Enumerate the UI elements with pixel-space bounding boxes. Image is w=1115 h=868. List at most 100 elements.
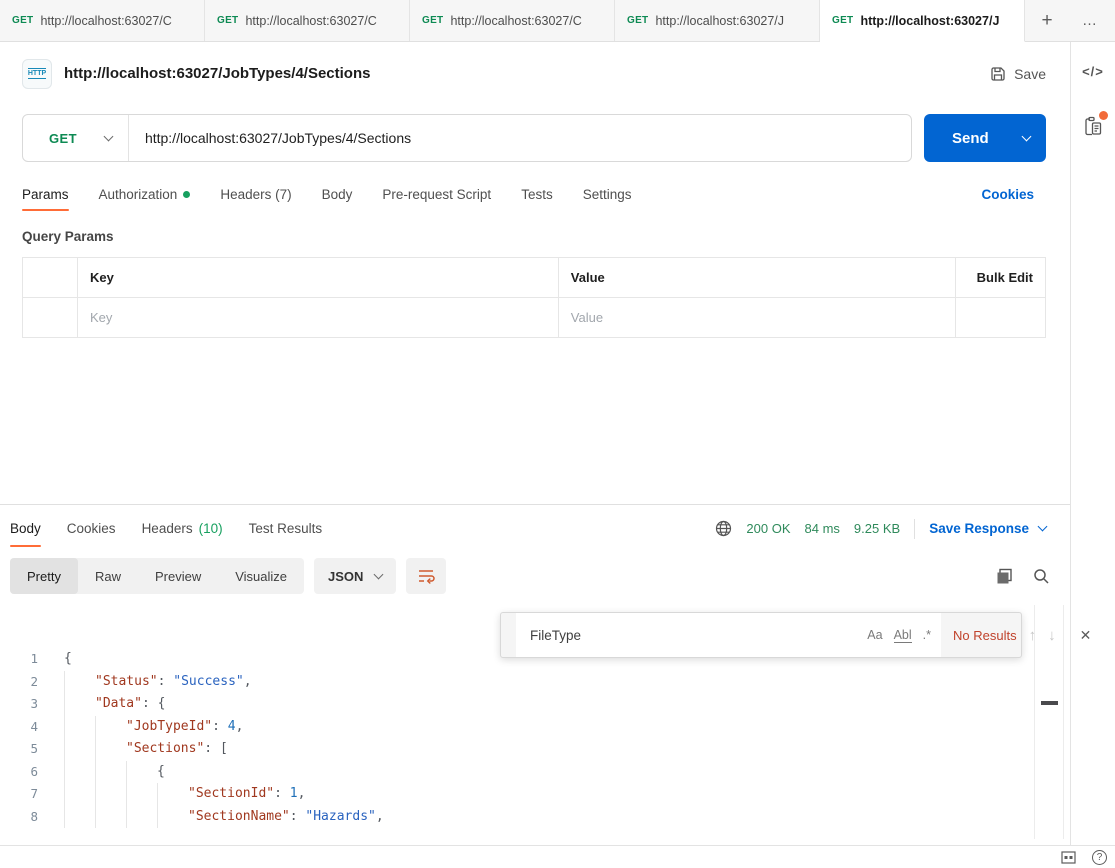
line-text: "Status": "Success",: [95, 671, 252, 694]
open-request-tabs: GEThttp://localhost:63027/CGEThttp://loc…: [0, 0, 1025, 41]
tab-label: Cookies: [67, 521, 116, 536]
line-text: "Sections": [: [126, 738, 228, 761]
view-raw-button[interactable]: Raw: [78, 558, 138, 594]
view-pretty-button[interactable]: Pretty: [10, 558, 78, 594]
find-result-count: No Results: [953, 628, 1017, 643]
request-tab[interactable]: GEThttp://localhost:63027/J: [820, 0, 1025, 42]
request-config-tabs: Params Authorization Headers (7) Body Pre-re…: [0, 171, 1070, 217]
response-time: 84 ms: [805, 521, 840, 536]
response-tab-headers[interactable]: Headers(10): [142, 505, 223, 552]
find-panel: FileType Aa Abl .* No Results ↑ ↓ ✕: [500, 612, 1022, 658]
whole-word-button[interactable]: Abl: [894, 628, 912, 643]
indent-guide: [126, 783, 157, 806]
json-token: "Status": [95, 674, 158, 689]
tab-url-label: http://localhost:63027/J: [655, 14, 784, 28]
format-dropdown[interactable]: JSON: [314, 558, 396, 594]
save-response-button[interactable]: Save Response: [929, 521, 1046, 536]
send-label: Send: [924, 130, 989, 147]
find-previous-button[interactable]: ↑: [1029, 627, 1037, 644]
search-icon[interactable]: [1033, 568, 1050, 585]
request-tab[interactable]: GEThttp://localhost:63027/J: [615, 0, 820, 41]
http-request-icon: HTTP: [22, 59, 52, 89]
table-row: Key Value: [23, 298, 1046, 338]
indent-guide: [95, 783, 126, 806]
view-visualize-button[interactable]: Visualize: [218, 558, 304, 594]
find-next-button[interactable]: ↓: [1048, 627, 1056, 644]
view-preview-button[interactable]: Preview: [138, 558, 218, 594]
json-token: "Sections": [126, 741, 204, 756]
line-text: "Data": {: [95, 693, 165, 716]
line-text: "SectionName": "Hazards",: [188, 806, 384, 829]
json-token: :: [212, 719, 228, 734]
save-button[interactable]: Save: [990, 66, 1046, 82]
tab-count: (10): [199, 521, 223, 536]
send-button[interactable]: Send: [924, 114, 1046, 162]
line-content: "Status": "Success",: [64, 671, 252, 694]
tab-label: Body: [10, 521, 41, 536]
code-line: 6{: [0, 761, 1070, 784]
toggle-panes-icon[interactable]: [1061, 851, 1076, 864]
network-globe-icon[interactable]: [715, 520, 732, 537]
chevron-down-icon: [374, 569, 384, 579]
indent-guide: [95, 738, 126, 761]
cookies-link[interactable]: Cookies: [981, 187, 1034, 202]
tab-label: Test Results: [249, 521, 323, 536]
tab-body[interactable]: Body: [322, 171, 353, 217]
find-input[interactable]: FileType Aa Abl .*: [516, 613, 941, 657]
send-options-chevron-icon[interactable]: [1022, 131, 1032, 141]
tab-url-label: http://localhost:63027/C: [450, 14, 581, 28]
tab-pre-request-script[interactable]: Pre-request Script: [382, 171, 491, 217]
tab-options-icon[interactable]: …: [1069, 0, 1111, 41]
json-token: ,: [244, 674, 252, 689]
key-input[interactable]: Key: [78, 298, 559, 338]
response-size: 9.25 KB: [854, 521, 900, 536]
request-tab[interactable]: GET http://localhost:63027/C: [410, 0, 615, 41]
method-selector[interactable]: GET: [23, 131, 128, 146]
auth-configured-dot: [183, 191, 190, 198]
json-token: {: [157, 764, 165, 779]
json-token: "SectionName": [188, 809, 290, 824]
tab-headers-[interactable]: Headers (7): [220, 171, 291, 217]
key-column-header: Key: [78, 258, 559, 298]
close-icon[interactable]: ✕: [1080, 627, 1092, 644]
scrollbar-thumb[interactable]: [1041, 701, 1058, 705]
indent-guide: [64, 806, 95, 829]
wrap-lines-button[interactable]: [406, 558, 446, 594]
response-tab-test-results[interactable]: Test Results: [249, 505, 323, 552]
documentation-icon[interactable]: [1083, 115, 1103, 137]
json-token: ,: [298, 786, 306, 801]
response-tab-body[interactable]: Body: [10, 505, 41, 552]
tab-url-label: http://localhost:63027/C: [245, 14, 376, 28]
code-line: 3"Data": {: [0, 693, 1070, 716]
url-input[interactable]: [129, 130, 911, 146]
tab-authorization[interactable]: Authorization: [99, 171, 191, 217]
request-tab[interactable]: GEThttp://localhost:63027/C: [0, 0, 205, 41]
match-case-button[interactable]: Aa: [867, 628, 882, 642]
line-text: {: [157, 761, 165, 784]
tab-label: Settings: [583, 187, 632, 202]
help-icon[interactable]: ?: [1092, 850, 1107, 865]
bulk-edit-button[interactable]: Bulk Edit: [956, 258, 1046, 298]
regex-button[interactable]: .*: [923, 628, 931, 642]
value-input[interactable]: Value: [558, 298, 955, 338]
json-token: :: [274, 786, 290, 801]
copy-icon[interactable]: [996, 568, 1013, 585]
select-all-cell[interactable]: [23, 258, 78, 298]
response-meta: 200 OK 84 ms 9.25 KB Save Response: [715, 519, 1046, 539]
line-number: 1: [0, 648, 38, 671]
tab-settings[interactable]: Settings: [583, 171, 632, 217]
response-tab-cookies[interactable]: Cookies: [67, 505, 116, 552]
tab-method-label: GET: [422, 15, 443, 26]
new-tab-button[interactable]: +: [1025, 0, 1069, 41]
right-sidebar: </>: [1070, 42, 1115, 845]
save-label: Save: [1014, 66, 1046, 82]
line-text: {: [64, 648, 72, 671]
row-select-cell[interactable]: [23, 298, 78, 338]
line-number: 6: [0, 761, 38, 784]
code-snippet-icon[interactable]: </>: [1082, 64, 1104, 79]
request-tab[interactable]: GEThttp://localhost:63027/C: [205, 0, 410, 41]
tab-method-label: GET: [12, 15, 33, 26]
tab-tests[interactable]: Tests: [521, 171, 553, 217]
json-token: ,: [376, 809, 384, 824]
tab-params[interactable]: Params: [22, 171, 69, 217]
